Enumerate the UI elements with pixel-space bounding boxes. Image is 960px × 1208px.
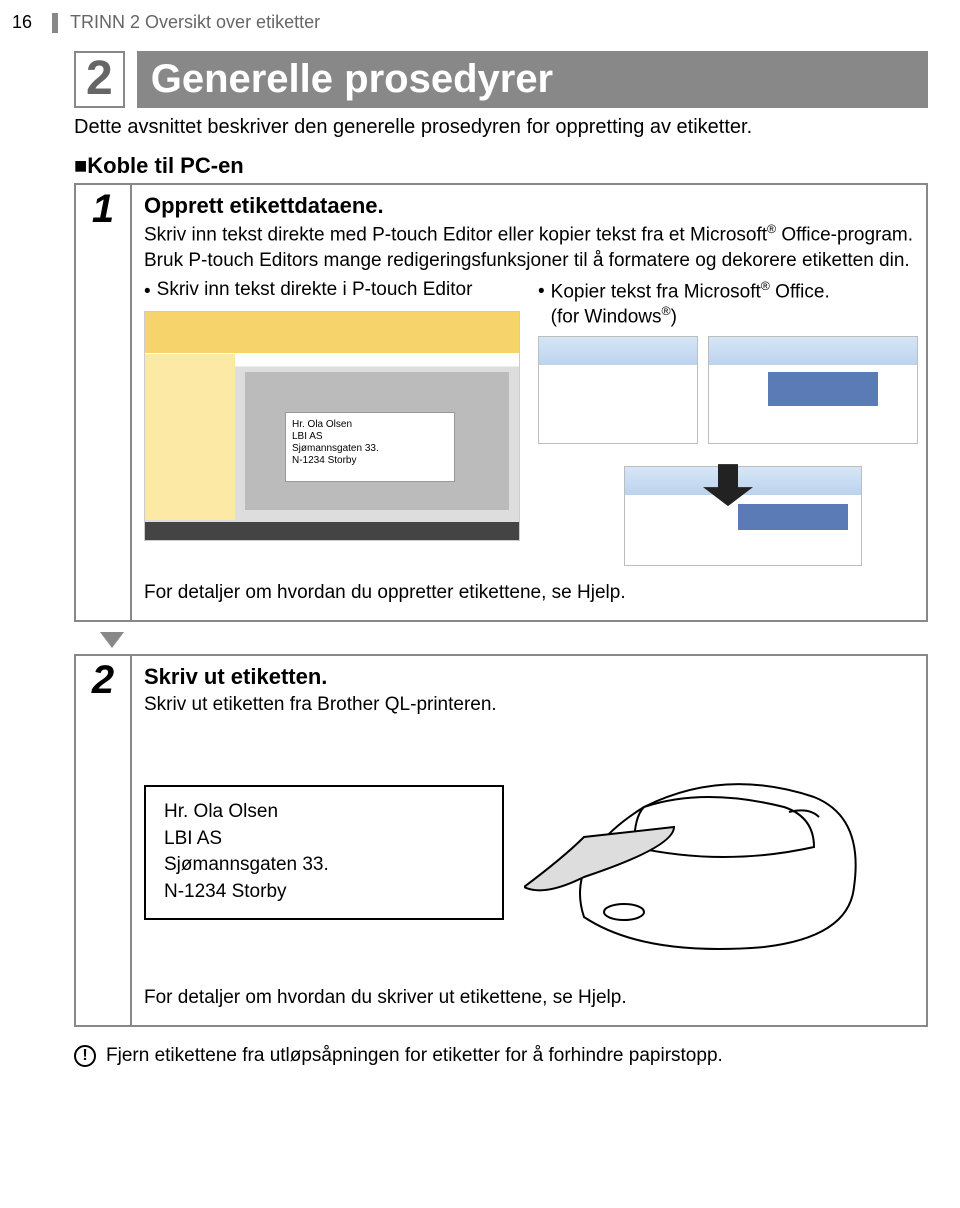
registered-mark: ® xyxy=(662,304,671,318)
step-number: 1 xyxy=(92,189,114,229)
label-line: LBI AS xyxy=(164,826,484,853)
step-2-footer: For detaljer om hvordan du skriver ut et… xyxy=(144,985,914,1011)
registered-mark: ® xyxy=(761,279,770,293)
step-1-title: Opprett etikettdataene. xyxy=(144,193,914,219)
bullet-dot-icon: • xyxy=(144,281,151,303)
step-1-text-1: Skriv inn tekst direkte med P-touch Edit… xyxy=(144,221,914,248)
warning-icon: ! xyxy=(74,1045,96,1067)
bullet-right-text: Kopier tekst fra Microsoft® Office. (for… xyxy=(551,279,830,328)
page-number: 16 xyxy=(0,12,32,33)
bullet-left-text: Skriv inn tekst direkte i P-touch Editor xyxy=(157,279,473,303)
ptouch-editor-screenshot: Hr. Ola Olsen LBI AS Sjømannsgaten 33. N… xyxy=(144,311,520,541)
section-number: 2 xyxy=(74,51,125,108)
step-1: 1 Opprett etikettdataene. Skriv inn teks… xyxy=(74,183,928,622)
bullet-ptouch: • Skriv inn tekst direkte i P-touch Edit… xyxy=(144,279,520,303)
subheading-text: Koble til PC-en xyxy=(87,153,243,178)
subheading-bullet: ■ xyxy=(74,153,87,178)
step-1-footer: For detaljer om hvordan du oppretter eti… xyxy=(144,580,914,606)
step-number: 2 xyxy=(92,660,114,700)
warning-text: Fjern etikettene fra utløpsåpningen for … xyxy=(106,1043,723,1069)
printed-label: Hr. Ola Olsen LBI AS Sjømannsgaten 33. N… xyxy=(144,785,504,919)
label-line: Hr. Ola Olsen xyxy=(164,799,484,826)
registered-mark: ® xyxy=(767,222,776,236)
step-2-text-1: Skriv ut etiketten fra Brother QL-printe… xyxy=(144,692,914,718)
subheading: ■Koble til PC-en xyxy=(74,153,928,179)
section-heading: 2 Generelle prosedyrer xyxy=(74,51,928,108)
step-number-cell: 1 xyxy=(76,185,132,620)
header-title: TRINN 2 Oversikt over etiketter xyxy=(70,12,320,33)
page-header: 16 TRINN 2 Oversikt over etiketter xyxy=(0,12,928,33)
step-number-cell: 2 xyxy=(76,656,132,1025)
printer-illustration xyxy=(524,737,884,967)
office-screenshot xyxy=(538,336,914,566)
warning-row: ! Fjern etikettene fra utløpsåpningen fo… xyxy=(74,1043,928,1069)
sample-label: Hr. Ola Olsen LBI AS Sjømannsgaten 33. N… xyxy=(285,412,455,482)
label-line: N-1234 Storby xyxy=(164,879,484,906)
bullet-dot-icon: • xyxy=(538,281,545,328)
step-2-title: Skriv ut etiketten. xyxy=(144,664,914,690)
step-2: 2 Skriv ut etiketten. Skriv ut etiketten… xyxy=(74,654,928,1027)
triangle-down-icon xyxy=(100,632,124,648)
header-divider xyxy=(52,13,58,33)
section-title: Generelle prosedyrer xyxy=(137,51,928,108)
step-connector xyxy=(100,632,928,648)
section-intro: Dette avsnittet beskriver den generelle … xyxy=(74,116,928,139)
step-1-text-2: Bruk P-touch Editors mange redigeringsfu… xyxy=(144,248,914,274)
bullet-office: • Kopier tekst fra Microsoft® Office. (f… xyxy=(538,279,914,328)
label-line: Sjømannsgaten 33. xyxy=(164,852,484,879)
